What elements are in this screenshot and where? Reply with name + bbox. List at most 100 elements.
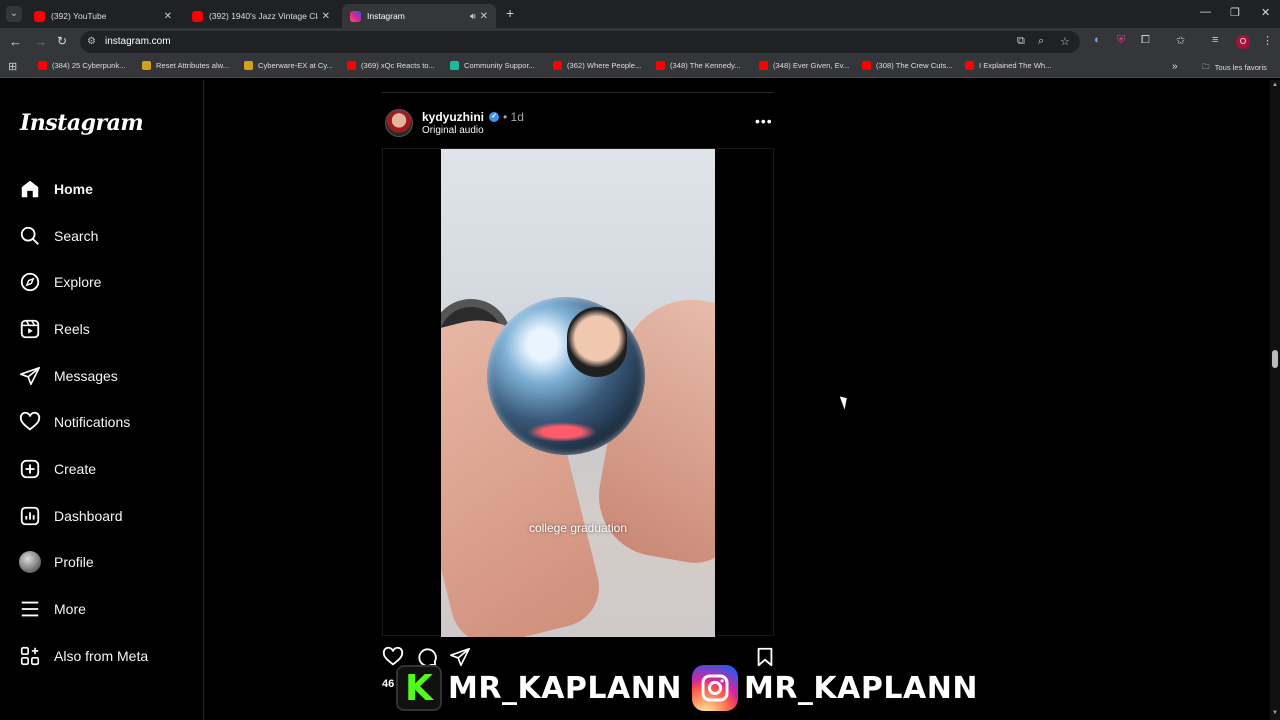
all-bookmarks-folder[interactable]: 🗀︎ Tous les favoris: [1202, 61, 1267, 74]
forward-icon[interactable]: →: [34, 34, 47, 49]
bookmark-item[interactable]: (348) The Kennedy...: [656, 61, 741, 70]
nav-explore[interactable]: Explore: [18, 267, 101, 297]
heart-icon: [18, 410, 42, 434]
nav-home[interactable]: Home: [18, 174, 93, 204]
post-username[interactable]: kydyuzhini: [422, 110, 484, 124]
tab-youtube[interactable]: (392) YouTube ✕: [26, 4, 180, 28]
crystal-ball-image: [487, 297, 645, 455]
nav-more[interactable]: More: [18, 594, 86, 624]
close-icon[interactable]: ✕: [480, 11, 488, 22]
stream-overlay: K MR_KAPLANN MR_KAPLANN: [396, 664, 978, 712]
profile-avatar: [18, 550, 42, 574]
youtube-favicon: [862, 61, 871, 70]
menu-icon: [18, 597, 42, 621]
bookmark-item[interactable]: (308) The Crew Cuts...: [862, 61, 953, 70]
compass-icon: [18, 270, 42, 294]
tab-search-button[interactable]: ⌄: [6, 6, 22, 22]
bookmark-item[interactable]: Reset Attributes alw...: [142, 61, 229, 70]
nav-label: Notifications: [54, 414, 131, 430]
bookmark-star-icon[interactable]: ☆: [1060, 35, 1070, 48]
media-control-icon[interactable]: ≡: [1212, 34, 1218, 46]
instagram-logo[interactable]: Instagram: [20, 110, 144, 136]
browser-toolbar: ← → ↻ ⚙ instagram.com ⧉ ⌕ ☆ ◐ ⛨ ⧠ ✩ ≡ ⋮: [0, 28, 1280, 56]
bookmark-item[interactable]: I Explained The Wh...: [965, 61, 1051, 70]
scroll-up-arrow-icon[interactable]: ▲: [1272, 82, 1278, 88]
reel-video[interactable]: college graduation 🔇︎: [441, 149, 715, 637]
bookmark-label: (308) The Crew Cuts...: [876, 61, 953, 70]
dashboard-icon: [18, 504, 42, 528]
more-bookmarks-icon[interactable]: »: [1172, 61, 1178, 72]
favorites-icon[interactable]: ✩: [1176, 34, 1185, 47]
likes-count[interactable]: 46: [382, 678, 394, 690]
bookmark-item[interactable]: (362) Where People...: [553, 61, 641, 70]
youtube-favicon: [34, 10, 45, 22]
bookmark-label: (348) Ever Given, Ev...: [773, 61, 850, 70]
nav-create[interactable]: Create: [18, 454, 96, 484]
profile-avatar-button[interactable]: O: [1236, 35, 1250, 49]
youtube-favicon: [553, 61, 562, 70]
restore-icon[interactable]: ❐: [1230, 6, 1240, 19]
bookmark-label: Reset Attributes alw...: [156, 61, 230, 70]
nav-search[interactable]: Search: [18, 221, 98, 251]
bookmark-favicon: [244, 61, 253, 70]
overlay-kick-name: MR_KAPLANN: [448, 670, 682, 706]
nav-messages[interactable]: Messages: [18, 361, 118, 391]
youtube-favicon: [38, 61, 47, 70]
youtube-favicon: [656, 61, 665, 70]
site-info-icon[interactable]: ⚙: [87, 36, 96, 47]
bookmark-item[interactable]: (348) Ever Given, Ev...: [759, 61, 849, 70]
install-icon[interactable]: ⧉: [1017, 35, 1025, 48]
extension-icon[interactable]: ◐: [1094, 34, 1101, 46]
bookmark-item[interactable]: Cyberware-EX at Cy...: [244, 61, 333, 70]
page-scrollbar[interactable]: ▲ ▼: [1270, 80, 1280, 720]
more-options-icon[interactable]: •••: [755, 113, 773, 129]
tab-instagram[interactable]: Instagram 🔊︎ ✕: [342, 4, 496, 28]
bookmark-item[interactable]: (369) xQc Reacts to...: [347, 61, 435, 70]
zoom-icon[interactable]: ⌕: [1038, 35, 1044, 48]
nav-label: Search: [54, 228, 99, 244]
close-icon[interactable]: ✕: [322, 11, 330, 22]
extension-shield-icon[interactable]: ⛨: [1117, 34, 1125, 47]
post-media[interactable]: college graduation 🔇︎: [382, 148, 774, 637]
nav-reels[interactable]: Reels: [18, 314, 90, 344]
nav-notifications[interactable]: Notifications: [18, 407, 130, 437]
post-audio-link[interactable]: Original audio: [422, 125, 484, 136]
url-text: instagram.com: [105, 36, 171, 47]
bookmark-item[interactable]: Community Suppor...: [450, 61, 535, 70]
new-tab-button[interactable]: +: [506, 5, 514, 21]
nav-dashboard[interactable]: Dashboard: [18, 501, 123, 531]
kick-logo-icon: K: [396, 665, 442, 711]
minimize-icon[interactable]: —: [1200, 6, 1211, 18]
browser-menu-icon[interactable]: ⋮: [1262, 34, 1273, 47]
nav-label: Profile: [54, 554, 94, 570]
window-close-icon[interactable]: ✕: [1261, 6, 1270, 19]
speaker-icon[interactable]: 🔊︎: [470, 11, 476, 22]
bookmark-label: (384) 25 Cyberpunk...: [52, 61, 126, 70]
scroll-down-arrow-icon[interactable]: ▼: [1272, 710, 1278, 716]
youtube-favicon: [192, 10, 203, 22]
reload-icon[interactable]: ↻: [57, 34, 67, 48]
verified-badge-icon: ✓: [489, 112, 500, 122]
address-bar[interactable]: ⚙ instagram.com ⧉ ⌕ ☆: [80, 31, 1080, 53]
search-icon: [18, 224, 42, 248]
close-icon[interactable]: ✕: [164, 11, 172, 22]
nav-also-from-meta[interactable]: Also from Meta: [18, 641, 148, 671]
post-author-avatar[interactable]: [385, 109, 413, 137]
youtube-favicon: [347, 61, 356, 70]
extensions-puzzle-icon[interactable]: ⧠: [1141, 34, 1150, 47]
meta-icon: [18, 644, 42, 668]
bookmark-item[interactable]: (384) 25 Cyberpunk...: [38, 61, 125, 70]
bookmark-label: (362) Where People...: [567, 61, 642, 70]
back-icon[interactable]: ←: [9, 34, 22, 49]
nav-label: Also from Meta: [54, 648, 149, 664]
nav-profile[interactable]: Profile: [18, 547, 94, 577]
orb-photo: [567, 307, 627, 377]
bookmark-label: I Explained The Wh...: [979, 61, 1052, 70]
apps-grid-icon[interactable]: ⊞: [8, 60, 17, 73]
scroll-thumb[interactable]: [1272, 350, 1278, 368]
tab-jazz[interactable]: (392) 1940's Jazz Vintage Classic ✕: [184, 4, 338, 28]
bookmark-favicon: [450, 61, 459, 70]
home-icon: [18, 177, 42, 201]
bookmark-label: Community Suppor...: [464, 61, 535, 70]
orb-glow: [527, 422, 597, 442]
